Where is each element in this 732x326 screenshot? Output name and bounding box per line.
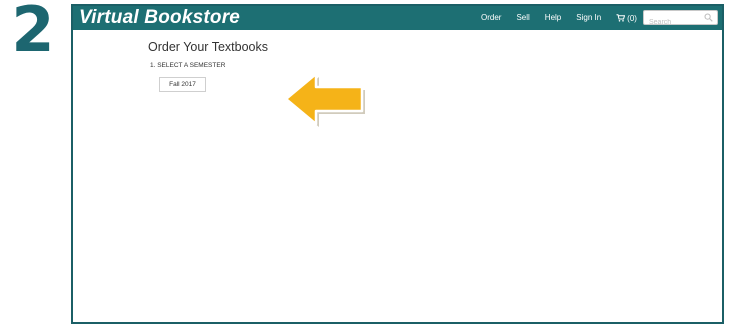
search-icon[interactable]: [704, 13, 713, 22]
brand-logo[interactable]: Virtual Bookstore: [79, 6, 240, 30]
nav-order-link[interactable]: Order: [481, 6, 501, 30]
select-semester-label: 1. SELECT A SEMESTER: [150, 62, 226, 69]
browser-frame: Virtual Bookstore Order Sell Help Sign I…: [71, 4, 724, 324]
cart-icon: [616, 14, 626, 22]
pointer-arrow-icon: [284, 72, 365, 127]
cart-count: (0): [627, 13, 637, 23]
cart-button[interactable]: (0): [616, 14, 637, 23]
page-title: Order Your Textbooks: [148, 40, 268, 54]
nav-links: Order Sell Help Sign In (0): [481, 6, 647, 30]
semester-fall-2017-button[interactable]: Fall 2017: [159, 77, 206, 92]
search-box: [643, 10, 718, 29]
nav-help-link[interactable]: Help: [545, 6, 561, 30]
search-input[interactable]: [644, 16, 705, 29]
step-number: 2: [11, 0, 55, 66]
nav-sign-in-link[interactable]: Sign In: [576, 6, 601, 30]
nav-sell-link[interactable]: Sell: [516, 6, 529, 30]
navbar: Virtual Bookstore Order Sell Help Sign I…: [73, 6, 722, 30]
